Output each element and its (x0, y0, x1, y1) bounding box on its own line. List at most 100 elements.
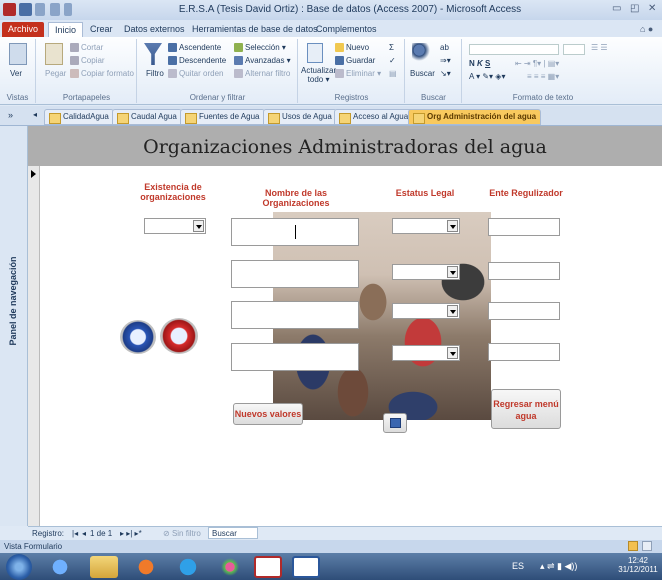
filtro-button[interactable]: Filtro (146, 69, 164, 78)
chevron-down-icon[interactable] (447, 305, 458, 317)
filter-status[interactable]: ⊘ Sin filtro (163, 529, 201, 538)
nombre-field-3[interactable] (231, 301, 359, 329)
regresar-menu-agua-button[interactable]: Regresar menú agua (491, 389, 561, 429)
chevron-down-icon[interactable] (447, 347, 458, 359)
buscar-button[interactable]: Buscar (410, 69, 435, 78)
descendente-button[interactable]: Descendente (168, 56, 226, 66)
ascendente-button[interactable]: Ascendente (168, 43, 221, 53)
internet-explorer-icon[interactable] (46, 556, 74, 578)
avanzadas-button[interactable]: Avanzadas ▾ (234, 56, 291, 66)
group-portapapeles: Pegar Cortar Copiar Copiar formato Porta… (37, 39, 137, 103)
tab-herramientas[interactable]: Herramientas de base de datos (186, 22, 324, 37)
bold-icon[interactable]: N K S (469, 59, 490, 68)
existencia-combobox[interactable] (144, 218, 206, 234)
copiar-formato-button[interactable]: Copiar formato (70, 69, 134, 79)
doc-tab-caudal-agua[interactable]: Caudal Agua (112, 109, 182, 125)
word-taskbar-icon[interactable] (292, 556, 320, 578)
doc-tab-usos-de-agua[interactable]: Usos de Agua (263, 109, 337, 125)
chevron-down-icon[interactable] (447, 220, 458, 232)
filter-icon[interactable] (144, 43, 162, 65)
form-view-icon[interactable] (628, 541, 638, 551)
layout-view-icon[interactable] (642, 541, 652, 551)
font-name-select[interactable] (469, 44, 559, 55)
save-icon[interactable] (19, 3, 32, 16)
nav-pane-toggle-icon[interactable]: » (8, 110, 13, 120)
list-icon[interactable]: ☰ ☰ (591, 43, 608, 52)
doc-tab-org-administracion[interactable]: Org Administración del agua (408, 109, 542, 125)
redo-icon[interactable] (50, 3, 60, 16)
undo-icon[interactable] (35, 3, 45, 16)
spelling-icon[interactable]: ✓ (389, 56, 396, 65)
quitar-orden-button[interactable]: Quitar orden (168, 69, 223, 79)
save-record-button[interactable] (383, 413, 407, 433)
pegar-button[interactable]: Pegar (45, 69, 66, 78)
more-icon[interactable]: ▤ (389, 69, 397, 78)
align-icon[interactable]: ≡ ≡ ≡ ▦▾ (527, 72, 559, 81)
record-position[interactable]: 1 de 1 (90, 529, 112, 538)
refresh-icon[interactable] (307, 43, 323, 63)
next-record-icon[interactable]: ▸ ▸| ▸* (120, 529, 142, 538)
tab-datos-externos[interactable]: Datos externos (118, 22, 191, 37)
font-color-icon[interactable]: A ▾ ✎▾ ◈▾ (469, 72, 505, 81)
alternar-filtro-button[interactable]: Alternar filtro (234, 69, 290, 79)
tab-inicio[interactable]: Inicio (48, 22, 84, 37)
estatus-combobox-4[interactable] (392, 345, 460, 361)
prev-record-icon[interactable]: ◂ (82, 529, 86, 538)
select-icon[interactable]: ↘▾ (440, 69, 451, 78)
customize-toolbar-icon[interactable] (64, 3, 72, 16)
navigation-pane[interactable]: Panel de navegación (0, 126, 28, 526)
close-icon[interactable]: ✕ (648, 3, 656, 14)
restore-icon[interactable]: ◰ (630, 3, 639, 14)
guardar-button[interactable]: Guardar (335, 56, 375, 66)
estatus-combobox-3[interactable] (392, 303, 460, 319)
eliminar-button[interactable]: Eliminar ▾ (335, 69, 381, 79)
ente-field-2[interactable] (488, 262, 560, 280)
view-icon[interactable] (9, 43, 27, 65)
minimize-icon[interactable]: ▭ (612, 3, 621, 14)
ver-button[interactable]: Ver (10, 69, 22, 78)
ente-field-1[interactable] (488, 218, 560, 236)
record-selector[interactable] (28, 166, 40, 526)
copiar-button[interactable]: Copiar (70, 56, 105, 66)
clock[interactable]: 12:42 31/12/2011 (618, 556, 658, 574)
font-size-select[interactable] (563, 44, 585, 55)
tab-archivo[interactable]: Archivo (2, 22, 45, 37)
tabs-scroll-left-icon[interactable]: ◂ (33, 110, 37, 119)
tray-icons[interactable]: ▴ ⇌ ▮ ◀)) (540, 561, 577, 572)
record-search-input[interactable]: Buscar (208, 527, 258, 539)
messenger-icon[interactable] (216, 556, 244, 578)
cortar-button[interactable]: Cortar (70, 43, 103, 53)
seleccion-button[interactable]: Selección ▾ (234, 43, 286, 53)
ente-field-4[interactable] (488, 343, 560, 361)
nombre-field-1[interactable] (231, 218, 359, 246)
estatus-combobox-2[interactable] (392, 264, 460, 280)
help-icon[interactable]: ⌂ ● (640, 24, 653, 34)
totals-icon[interactable]: Σ (389, 43, 394, 52)
goto-icon[interactable]: ⇒▾ (440, 56, 451, 65)
start-button[interactable] (6, 554, 32, 580)
nuevos-valores-button[interactable]: Nuevos valores (233, 403, 303, 425)
actualizar-todo-button[interactable]: Actualizar todo ▾ (301, 66, 336, 84)
paste-icon[interactable] (45, 43, 63, 65)
access-taskbar-icon[interactable] (254, 556, 282, 578)
doc-tab-acceso-al-agua[interactable]: Acceso al Agua (334, 109, 414, 125)
indent-icon[interactable]: ⇤ ⇥ ¶▾ | ▤▾ (515, 59, 559, 68)
chevron-down-icon[interactable] (193, 220, 204, 232)
tab-complementos[interactable]: Complementos (310, 22, 383, 37)
replace-icon[interactable]: ab (440, 43, 449, 52)
doc-tab-fuentes-de-agua[interactable]: Fuentes de Agua (180, 109, 265, 125)
tab-crear[interactable]: Crear (84, 22, 119, 37)
folder-icon[interactable] (90, 556, 118, 578)
skype-icon[interactable] (174, 556, 202, 578)
binoculars-icon[interactable] (412, 43, 430, 61)
nombre-field-4[interactable] (231, 343, 359, 371)
nuevo-button[interactable]: Nuevo (335, 43, 369, 53)
chevron-down-icon[interactable] (447, 266, 458, 278)
first-record-icon[interactable]: |◂ (72, 529, 78, 538)
nombre-field-2[interactable] (231, 260, 359, 288)
estatus-combobox-1[interactable] (392, 218, 460, 234)
doc-tab-calidadagua[interactable]: CalidadAgua (44, 109, 114, 125)
ente-field-3[interactable] (488, 302, 560, 320)
language-indicator[interactable]: ES (512, 561, 524, 571)
media-player-icon[interactable] (132, 556, 160, 578)
